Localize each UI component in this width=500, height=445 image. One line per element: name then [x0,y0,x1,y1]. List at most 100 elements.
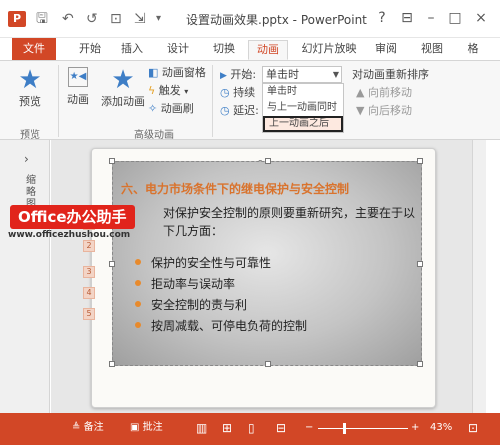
animation-order-tag[interactable]: 2 [83,240,95,252]
content-placeholder[interactable]: 六、电力市场条件下的继电保护与安全控制 对保护安全控制的原则要重新研究，主要在于… [109,158,423,367]
undo-icon[interactable]: ↶ [62,9,74,29]
group-label-preview: 预览 [20,130,40,141]
start-dropdown-value: 单击时 [266,68,299,81]
save-icon[interactable]: 🖫 [36,9,48,29]
tab-format[interactable]: 格 [462,40,484,60]
help-button[interactable]: ? [371,8,393,28]
resize-handle[interactable] [109,158,115,164]
arrow-down-icon: ▼ [356,104,365,117]
move-later-button[interactable]: ▼ 向后移动 [356,103,412,119]
resize-handle[interactable] [265,361,271,367]
start-from-beginning-icon[interactable]: ⊡ [110,9,122,29]
ribbon-display-options-icon[interactable]: ⊟ [396,8,418,28]
watermark-url: www.officezhushou.com [8,230,131,240]
ribbon-separator [58,65,59,137]
tab-insert[interactable]: 插入 [114,40,150,60]
slide-sorter-icon[interactable]: ⊞ [222,421,232,435]
zoom-out-icon[interactable]: − [305,421,313,435]
slide-workspace: ↻ 六、电力市场条件下的继电保护与安全控制 对保护安全控制的原则要重新研究，主要… [51,140,486,413]
close-button[interactable]: × [470,8,492,28]
dropdown-option-on-click[interactable]: 单击时 [263,84,343,100]
group-label-advanced-animation: 高级动画 [134,130,174,141]
preview-button[interactable]: ★ 预览 [12,67,48,109]
start-dropdown[interactable]: 单击时 ▼ [262,66,342,83]
zoom-level[interactable]: 43% [430,421,452,435]
slideshow-view-icon[interactable]: ⊟ [276,421,286,435]
expand-pane-icon[interactable]: › [24,152,29,166]
reorder-animation-label: 对动画重新排序 [352,68,429,81]
tab-slideshow[interactable]: 幻灯片放映 [296,40,362,60]
tab-transitions[interactable]: 切换 [204,40,244,60]
chevron-down-icon: ▾ [184,87,189,96]
fit-slide-icon[interactable]: ⊡ [468,421,478,435]
zoom-slider[interactable] [318,428,408,429]
start-label: ▶ 开始: [220,68,257,81]
bullet-item[interactable]: 拒动率与误动率 [135,275,235,292]
tab-design[interactable]: 设计 [160,40,196,60]
resize-handle[interactable] [417,261,423,267]
trigger-button[interactable]: ϟ 触发 ▾ [148,83,188,99]
comments-button[interactable]: ▣ 批注 [130,421,163,435]
customize-qat-icon[interactable]: ⇲ [134,9,146,29]
animation-pane-icon: ◧ [148,66,159,79]
add-animation-star-icon: ★ [111,65,135,95]
status-bar: ≜ 备注 ▣ 批注 ▥ ⊞ ▯ ⊟ − + 43% ⊡ [0,413,500,445]
animation-styles-button[interactable]: ★◀ 动画 [62,67,94,107]
resize-handle[interactable] [109,261,115,267]
redo-icon[interactable]: ↺ [86,9,98,29]
lightning-icon: ϟ [148,84,156,97]
vertical-scrollbar[interactable] [472,140,486,413]
dropdown-option-with-previous[interactable]: 与上一动画同时 [263,100,343,116]
animation-pane-label: 动画窗格 [161,66,206,79]
animation-order-tag[interactable]: 5 [83,308,95,320]
resize-handle[interactable] [109,361,115,367]
slide-intro-text[interactable]: 对保护安全控制的原则要重新研究，主要在于以下几方面： [163,204,418,240]
preview-star-icon: ★ [18,65,42,95]
slide-title[interactable]: 六、电力市场条件下的继电保护与安全控制 [121,180,349,197]
watermark-badge: Office办公助手 [10,205,135,229]
delay-label: ◷ 延迟: [220,104,259,117]
resize-handle[interactable] [417,158,423,164]
animation-pane-button[interactable]: ◧ 动画窗格 [148,65,206,81]
add-animation-button[interactable]: ★ 添加动画 [100,67,146,109]
notes-button[interactable]: ≜ 备注 [72,421,104,435]
maximize-button[interactable]: □ [444,8,466,28]
tab-review[interactable]: 审阅 [368,40,404,60]
bullet-item[interactable]: 按周减载、可停电负荷的控制 [135,317,307,334]
thumbnail-pane: › 缩略图 [0,140,50,413]
ribbon-separator [212,65,213,137]
normal-view-icon[interactable]: ▥ [196,421,207,435]
duration-label: ◷ 持续 [220,86,256,99]
powerpoint-app-icon: P [8,11,26,27]
bullet-item[interactable]: 安全控制的责与利 [135,296,247,313]
tab-file[interactable]: 文件 [12,38,56,60]
slide-canvas[interactable]: ↻ 六、电力市场条件下的继电保护与安全控制 对保护安全控制的原则要重新研究，主要… [91,148,436,408]
preview-label: 预览 [19,95,41,108]
dropdown-option-after-previous[interactable]: 上一动画之后 [263,116,343,132]
qat-dropdown-icon[interactable]: ▾ [156,9,161,29]
painter-label: 动画刷 [160,102,194,115]
minimize-button[interactable]: – [420,8,442,28]
bullet-item[interactable]: 保护的安全性与可靠性 [135,254,271,271]
animation-style-icon: ★◀ [68,67,88,87]
add-animation-label: 添加动画 [101,95,145,108]
zoom-slider-thumb[interactable] [343,423,346,434]
resize-handle[interactable] [265,158,271,164]
clock-icon: ◷ [220,86,230,99]
resize-handle[interactable] [417,361,423,367]
tab-animations[interactable]: 动画 [248,40,288,60]
notes-icon: ≜ [72,422,81,433]
tab-home[interactable]: 开始 [72,40,108,60]
animation-order-tag[interactable]: 3 [83,266,95,278]
tab-view[interactable]: 视图 [414,40,450,60]
animation-order-tag[interactable]: 4 [83,287,95,299]
zoom-in-icon[interactable]: + [411,421,419,435]
ribbon: ★ 预览 ★◀ 动画 ★ 添加动画 ◧ 动画窗格 ϟ 触发 ▾ ✧ 动画刷 ▶ … [0,60,500,141]
window-title: 设置动画效果.pptx - PowerPoint [186,13,367,27]
chevron-down-icon[interactable]: ▼ [333,67,339,82]
reading-view-icon[interactable]: ▯ [248,421,255,435]
trigger-label: 触发 [158,84,181,97]
move-earlier-button[interactable]: ▲ 向前移动 [356,85,412,101]
animation-painter-button[interactable]: ✧ 动画刷 [148,101,194,117]
delay-icon: ◷ [220,104,230,117]
